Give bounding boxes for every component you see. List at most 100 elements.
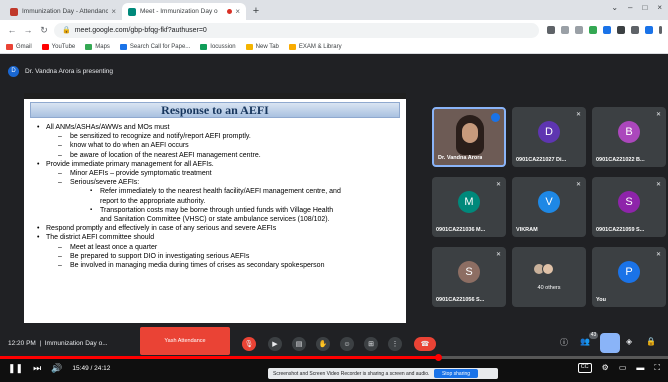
captions-button[interactable]: ▤ (292, 337, 306, 351)
others-tile[interactable]: 40 others (512, 247, 586, 307)
bookmark-new-tab[interactable]: New Tab (245, 43, 279, 50)
close-tab-icon[interactable]: × (235, 7, 240, 16)
forward-icon[interactable]: → (22, 25, 34, 35)
mic-off-button[interactable]: 🎙 (242, 337, 256, 351)
people-count-badge: 43 (589, 332, 598, 339)
slide-top-band (24, 93, 406, 99)
people-icon[interactable]: 👥 (580, 337, 590, 346)
presenting-text: Dr. Vandna Arora is presenting (25, 67, 114, 75)
lock-icon[interactable]: 🔒 (62, 26, 71, 34)
slide-bullet-level-1: Provide immediate primary management for… (34, 160, 400, 169)
miniplayer-icon[interactable]: ▭ (619, 363, 627, 373)
browser-toolbar: ← → ↻ 🔒 meet.google.com/gbp-bfqg-fkf?aut… (0, 20, 668, 40)
close-tab-icon[interactable]: × (111, 7, 116, 16)
mic-off-icon: ✕ (655, 112, 661, 118)
tab-meet[interactable]: Meet - Immunization Day o × (122, 3, 246, 20)
participant-tile[interactable]: ✕ V VIKRAM (512, 177, 586, 237)
tab-label: Immunization Day - Attendance (22, 8, 109, 15)
slide-bullet-level-2: Serious/severe AEFIs: (34, 178, 400, 187)
close-window-icon[interactable]: × (657, 3, 662, 12)
participant-avatar: S (458, 261, 480, 283)
folder-icon (288, 43, 296, 50)
extension-blue-icon[interactable] (603, 26, 611, 34)
raise-hand-button[interactable]: ✋ (316, 337, 330, 351)
page-icon (200, 43, 208, 50)
participant-tile[interactable]: ✕ D 0901CA221027 Di... (512, 107, 586, 167)
participant-name: Dr. Vandna Arora (438, 155, 483, 161)
participant-tile[interactable]: ✕ M 0901CA221036 M... (432, 177, 506, 237)
browser-tab-strip: Immunization Day - Attendance × Meet - I… (0, 0, 668, 20)
mic-off-icon: ✕ (655, 182, 661, 188)
minimize-icon[interactable]: – (628, 3, 632, 12)
participant-name: 0901CA221036 M... (436, 227, 486, 233)
maximize-icon[interactable]: □ (642, 3, 647, 12)
volume-icon[interactable]: 🔊 (51, 363, 62, 374)
progress-fill (0, 356, 438, 359)
next-icon[interactable]: ⏭ (33, 363, 41, 374)
activities-icon[interactable]: ◈ (626, 337, 632, 346)
leave-call-button[interactable]: ☎ (414, 337, 436, 351)
chat-button[interactable] (600, 333, 620, 353)
address-bar[interactable]: 🔒 meet.google.com/gbp-bfqg-fkf?authuser=… (54, 22, 539, 38)
bookmark-youtube[interactable]: YouTube (41, 43, 75, 50)
info-icon[interactable]: ⓘ (560, 337, 568, 348)
others-avatars (533, 263, 554, 275)
progress-bar[interactable] (0, 354, 668, 361)
camera-button[interactable]: ▶ (268, 337, 282, 351)
slide-bullet-level-2: Meet at least once a quarter (34, 243, 400, 252)
profile-avatar[interactable] (645, 26, 653, 34)
participant-tile[interactable]: ✕ S 0901CA221056 S... (432, 247, 506, 307)
participant-tile[interactable]: ✕ B 0901CA221022 B... (592, 107, 666, 167)
camera-icon[interactable] (547, 26, 555, 34)
puzzle-icon[interactable] (631, 26, 639, 34)
settings-gear-icon[interactable]: ⚙ (602, 363, 609, 373)
bookmark-iocussion[interactable]: Iocussion (200, 43, 236, 50)
host-controls-icon[interactable]: 🔒 (646, 337, 656, 346)
slide-bullet-level-4: and Sanitation Committee (VHSC) or state… (100, 216, 330, 224)
participant-avatar: P (618, 261, 640, 283)
meet-control-bar: 12:20 PM | Immunization Day o... Yash At… (0, 327, 668, 356)
captions-toggle[interactable]: CC (577, 363, 592, 373)
bookmark-search-call[interactable]: Search Call for Pape... (119, 43, 190, 50)
presentation-slide: Response to an AEFI All ANMs/ASHAs/AWWs … (24, 93, 406, 323)
scrubber-handle[interactable] (434, 354, 442, 361)
present-button[interactable]: ⊞ (364, 337, 378, 351)
participant-name: 0901CA221027 Di... (516, 157, 567, 163)
participant-avatar: M (458, 191, 480, 213)
slide-bullet-level-4: report to the appropriate authority. (100, 197, 206, 205)
slide-title-bar: Response to an AEFI (30, 102, 400, 118)
back-icon[interactable]: ← (6, 25, 18, 35)
tab-attendance[interactable]: Immunization Day - Attendance × (4, 3, 122, 20)
menu-dots-icon[interactable] (659, 26, 662, 34)
video-player-controls: ❚❚ ⏭ 🔊 15:49 / 24:12 Screenshot and Scre… (0, 354, 668, 382)
bookmark-gmail[interactable]: Gmail (6, 43, 32, 50)
new-tab-icon[interactable]: + (250, 5, 262, 17)
stop-sharing-button[interactable]: Stop sharing (434, 369, 478, 378)
tab-search-icon[interactable]: ⌄ (611, 3, 618, 12)
share-icon[interactable] (561, 26, 569, 34)
attendance-overlay-button[interactable]: Yash Attendance (140, 327, 230, 355)
emoji-button[interactable]: ☺ (340, 337, 354, 351)
slide-bullet-level-3: Transportation costs may be borne throug… (34, 206, 400, 215)
extension-green-icon[interactable] (589, 26, 597, 34)
participant-tile-presenter[interactable]: Dr. Vandna Arora (432, 107, 506, 167)
theater-icon[interactable]: ▬ (636, 363, 644, 373)
youtube-icon (41, 43, 49, 50)
star-icon[interactable] (575, 26, 583, 34)
slide-bullet-level-1: All ANMs/ASHAs/AWWs and MOs must (34, 123, 400, 132)
time-display: 15:49 / 24:12 (72, 365, 111, 372)
bookmark-maps[interactable]: Maps (85, 43, 110, 50)
slide-bullet-level-2: be sensitized to recognize and notify/re… (34, 132, 400, 141)
reload-icon[interactable]: ↻ (38, 25, 50, 36)
slide-bullet-level-2: Be prepared to support DIO in investigat… (34, 252, 400, 261)
more-options-button[interactable]: ⋮ (388, 337, 402, 351)
bookmark-exam-library[interactable]: EXAM & Library (288, 43, 342, 50)
extension-dark-icon[interactable] (617, 26, 625, 34)
fullscreen-icon[interactable]: ⛶ (654, 363, 660, 373)
extensions (547, 26, 662, 34)
participant-tile-you[interactable]: ✕ P You (592, 247, 666, 307)
pause-icon[interactable]: ❚❚ (8, 363, 23, 374)
participant-avatar: S (618, 191, 640, 213)
participant-tile[interactable]: ✕ S 0901CA221059 S... (592, 177, 666, 237)
mic-off-icon: ✕ (495, 252, 501, 258)
